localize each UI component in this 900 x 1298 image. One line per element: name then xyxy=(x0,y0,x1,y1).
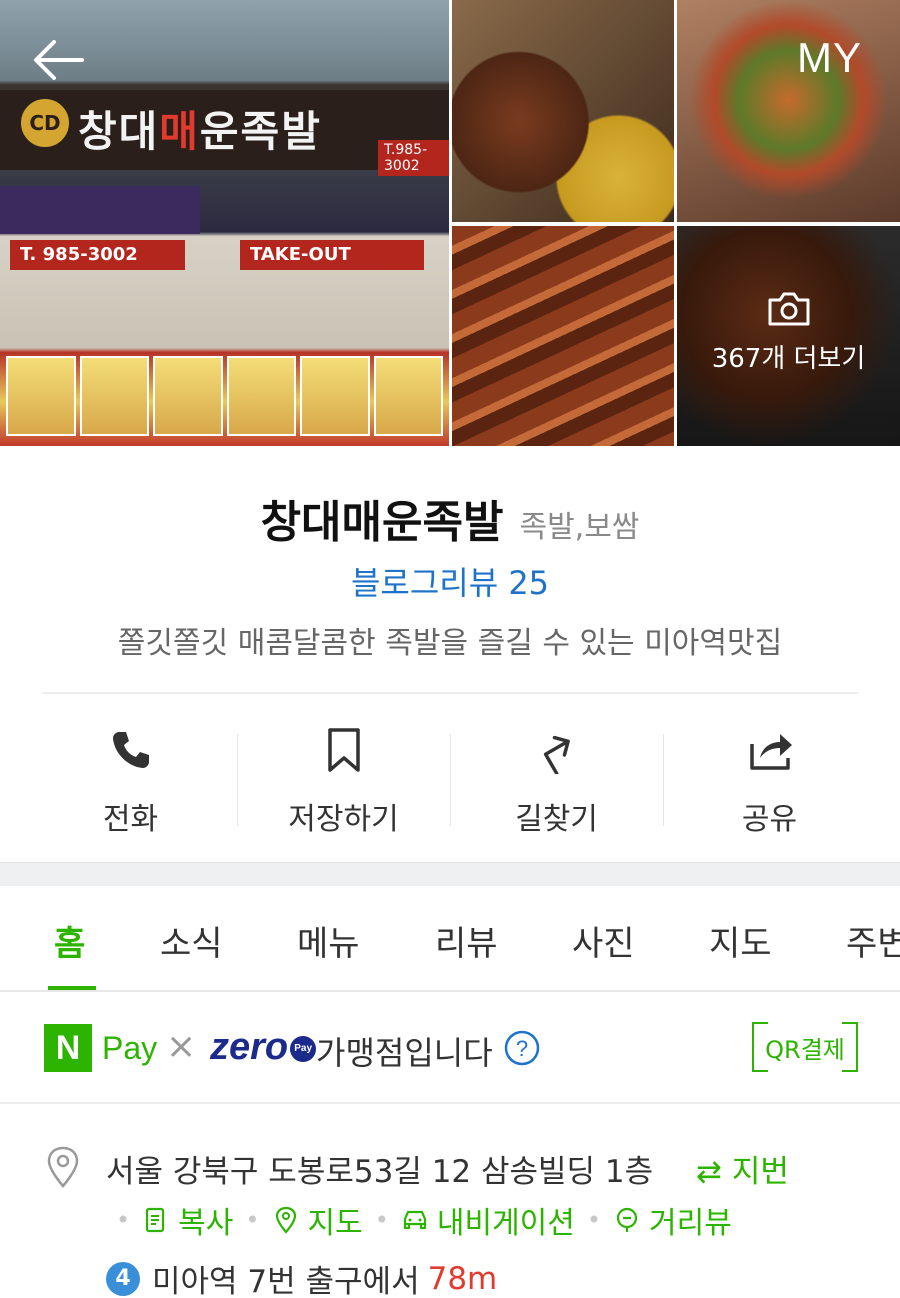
camera-icon xyxy=(768,292,809,326)
map-pin-icon xyxy=(275,1206,296,1234)
subway-exit-text: 미아역 7번 출구에서 xyxy=(152,1264,420,1298)
save-button[interactable]: 저장하기 xyxy=(237,712,450,852)
bookmark-icon xyxy=(327,728,360,772)
zeropay-word: zero xyxy=(210,1026,289,1068)
subway-line-badge: 4 xyxy=(106,1261,140,1296)
separator-dot: • xyxy=(116,1206,131,1234)
navigation-label: 내비게이션 xyxy=(436,1206,575,1241)
address-text: 서울 강북구 도봉로53길 12 삼송빌딩 1층 xyxy=(106,1154,654,1190)
arrow-left-icon xyxy=(34,40,84,80)
separator-dot: • xyxy=(374,1206,389,1234)
storefront-sign-phone: T.985-3002 xyxy=(378,140,449,176)
zeropay-badge: Pay xyxy=(290,1035,317,1062)
separator-dot: • xyxy=(245,1206,260,1234)
menu-poster xyxy=(153,356,223,436)
store-logo: CD xyxy=(18,96,72,150)
more-photos-label: 367개 더보기 xyxy=(711,344,866,374)
directions-icon xyxy=(543,735,570,774)
copy-label: 복사 xyxy=(178,1206,234,1241)
subway-distance: 78m xyxy=(427,1260,498,1297)
question-icon[interactable]: ? xyxy=(504,1030,540,1066)
map-label: 지도 xyxy=(307,1206,363,1241)
takeout-banner: TAKE-OUT xyxy=(240,240,424,270)
subway-info: 4 미아역 7번 출구에서 78m xyxy=(106,1256,497,1298)
food-photo-2[interactable] xyxy=(677,0,900,222)
car-icon xyxy=(403,1210,426,1230)
led-sign xyxy=(0,186,200,234)
title-line: 창대매운족발 족발,보쌈 xyxy=(0,486,900,550)
active-tab-indicator xyxy=(48,986,96,990)
location-pin-icon xyxy=(47,1146,79,1188)
street-view-label: 거리뷰 xyxy=(649,1206,732,1241)
street-view-icon xyxy=(616,1207,638,1232)
phone-icon xyxy=(112,732,149,768)
back-button[interactable] xyxy=(28,36,88,84)
menu-poster xyxy=(373,356,443,436)
tab-map[interactable]: 지도 xyxy=(709,916,772,965)
tab-home[interactable]: 홈 xyxy=(54,916,85,965)
qr-payment-label: QR결제 xyxy=(765,1035,845,1064)
share-button[interactable]: 공유 xyxy=(663,712,876,852)
merchant-text: 가맹점입니다 xyxy=(316,1034,493,1072)
section-separator xyxy=(0,862,900,886)
times-symbol: × xyxy=(166,1026,197,1067)
tab-menu[interactable]: 메뉴 xyxy=(297,916,360,965)
menu-poster xyxy=(226,356,296,436)
food-photo-1[interactable] xyxy=(452,0,674,222)
tab-bar: 홈 소식 메뉴 리뷰 사진 지도 주변 xyxy=(0,886,900,992)
photo-gallery[interactable]: CD 창대매운족발 T.985-3002 T. 985-3002 TAKE-OU… xyxy=(0,0,900,446)
tab-news[interactable]: 소식 xyxy=(160,916,223,965)
food-photo-3[interactable] xyxy=(452,226,674,446)
directions-label: 길찾기 xyxy=(515,802,598,837)
action-bar: 전화 저장하기 길찾기 공유 xyxy=(24,712,876,852)
storefront-sign-text: 창대매운족발 xyxy=(78,107,322,156)
directions-button[interactable]: 길찾기 xyxy=(450,712,663,852)
jibun-toggle[interactable]: ⇄ 지번 xyxy=(696,1146,789,1191)
tab-photo[interactable]: 사진 xyxy=(572,916,635,965)
place-name: 창대매운족발 xyxy=(260,497,504,548)
share-icon xyxy=(749,734,792,770)
address-links: • 복사 • 지도 • 내비게이션 • 거리뷰 xyxy=(104,1198,732,1242)
my-button[interactable]: MY xyxy=(797,34,862,82)
qr-payment-button[interactable]: QR결제 xyxy=(752,1022,858,1072)
blog-review-link[interactable]: 블로그리뷰 25 xyxy=(0,558,900,604)
menu-poster xyxy=(79,356,149,436)
tab-nearby[interactable]: 주변 xyxy=(846,916,900,965)
street-view-link[interactable]: 거리뷰 xyxy=(613,1198,732,1242)
npay-logo: N xyxy=(44,1024,92,1072)
share-label: 공유 xyxy=(741,802,798,837)
save-label: 저장하기 xyxy=(288,802,399,837)
menu-posters xyxy=(0,356,449,436)
copy-icon xyxy=(146,1207,165,1233)
menu-poster xyxy=(6,356,76,436)
phone-banner: T. 985-3002 xyxy=(10,240,185,270)
call-button[interactable]: 전화 xyxy=(24,712,237,852)
npay-word: Pay xyxy=(102,1030,158,1066)
separator-dot: • xyxy=(586,1206,602,1234)
copy-address-link[interactable]: 복사 xyxy=(142,1198,233,1242)
navigation-link[interactable]: 내비게이션 xyxy=(401,1198,575,1242)
place-description: 쫄깃쫄깃 매콤달콤한 족발을 즐길 수 있는 미아역맛집 xyxy=(117,626,783,661)
map-link[interactable]: 지도 xyxy=(272,1198,363,1242)
menu-poster xyxy=(300,356,370,436)
zeropay-logo: zero Pay xyxy=(210,1026,317,1069)
place-summary: 창대매운족발 족발,보쌈 블로그리뷰 25 쫄깃쫄깃 매콤달콤한 족발을 즐길 … xyxy=(0,446,900,696)
place-category: 족발,보쌈 xyxy=(519,510,640,545)
call-label: 전화 xyxy=(102,802,159,837)
divider xyxy=(42,692,858,694)
more-photos-button[interactable]: 367개 더보기 xyxy=(677,290,900,375)
svg-text:?: ? xyxy=(516,1036,528,1061)
tab-review[interactable]: 리뷰 xyxy=(435,916,498,965)
